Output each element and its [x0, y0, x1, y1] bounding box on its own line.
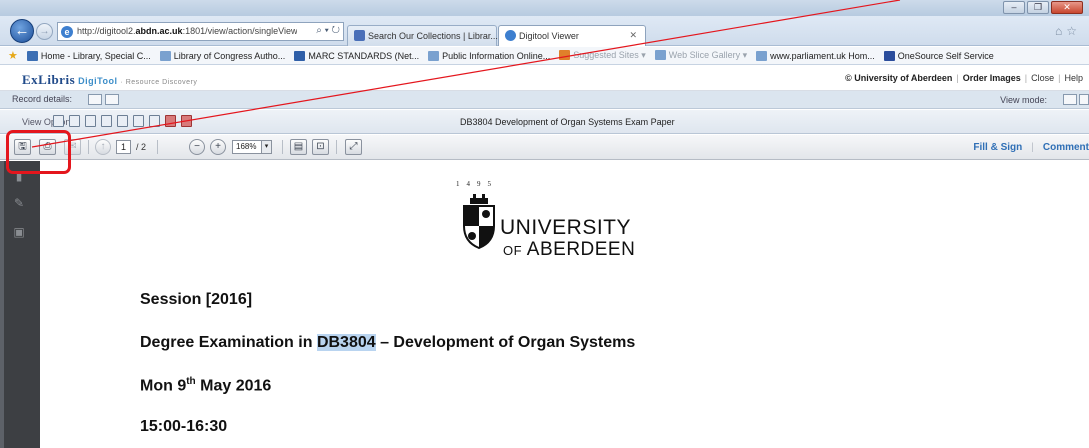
view-mode-label: View mode:: [1000, 95, 1047, 105]
view-options-bar: View Options: DB3804 Development of Orga…: [0, 110, 1089, 134]
degree-examination-line: Degree Examination in DB3804 – Developme…: [140, 334, 636, 351]
sidebar-edge: [0, 161, 4, 448]
close-tab-icon[interactable]: ✕: [629, 30, 637, 41]
favorite-home-library[interactable]: Home - Library, Special C...: [26, 50, 151, 61]
view-option-icon[interactable]: [101, 115, 112, 127]
record-details-collapse-icon[interactable]: [105, 94, 119, 105]
ie-tab-icon: [505, 30, 516, 41]
exam-date-line: Mon 9th May 2016: [140, 376, 272, 395]
window-titlebar: – ❐ ✕: [0, 0, 1089, 16]
chevron-down-icon[interactable]: ▾: [261, 141, 271, 153]
view-option-icon[interactable]: [149, 115, 160, 127]
ie-page-icon: e: [61, 26, 73, 38]
previous-page-icon[interactable]: ↑: [95, 139, 111, 155]
close-window-button[interactable]: ✕: [1051, 1, 1083, 14]
view-mode-split-icon[interactable]: [1079, 94, 1089, 105]
record-details-expand-icon[interactable]: [88, 94, 102, 105]
browser-home-star-icons[interactable]: ⌂☆: [1055, 24, 1081, 38]
fit-width-icon[interactable]: ⊡: [312, 139, 329, 155]
forward-button[interactable]: →: [36, 23, 53, 40]
university-name-line1: UNIVERSITY: [500, 216, 632, 239]
view-option-icon[interactable]: [117, 115, 128, 127]
browser-navbar: ← → e http://digitool2.abdn.ac.uk:1801/v…: [0, 16, 1089, 46]
digitool-header: ExLibris DigiTool · Resource Discovery © U…: [0, 66, 1089, 91]
record-details-bar: Record details: View mode:: [0, 91, 1089, 109]
crest-year: 1495: [456, 180, 498, 188]
favorite-marc-standards[interactable]: MARC STANDARDS (Net...: [294, 50, 419, 61]
zoom-select[interactable]: 168% ▾: [232, 140, 272, 154]
signatures-icon[interactable]: ▣: [12, 225, 26, 239]
pdf-sidebar: ▮ ✎ ▣: [0, 161, 40, 448]
zoom-in-icon[interactable]: +: [210, 139, 226, 155]
suggested-sites-icon: [559, 50, 571, 60]
copyright-text: © University of Aberdeen: [845, 73, 953, 83]
page-fav-icon: [428, 50, 440, 61]
page-fav-icon: [756, 50, 768, 61]
address-controls[interactable]: ⌕ ▾ ↻: [316, 25, 340, 36]
favorite-library-of-congress[interactable]: Library of Congress Autho...: [159, 50, 285, 61]
exlibris-logo: ExLibris DigiTool · Resource Discovery: [22, 72, 198, 87]
back-button[interactable]: ←: [10, 19, 34, 43]
favorites-bar: ★ Home - Library, Special C... Library o…: [0, 47, 1089, 65]
favorite-onesource[interactable]: OneSource Self Service: [883, 50, 994, 61]
course-code-highlight: DB3804: [316, 334, 376, 351]
tab-search-collections[interactable]: Search Our Collections | Librar...: [347, 25, 498, 46]
view-option-icon[interactable]: [85, 115, 96, 127]
tab-digitool-viewer[interactable]: Digitool Viewer ✕: [498, 25, 646, 46]
minimize-button[interactable]: –: [1003, 1, 1025, 14]
help-link[interactable]: Help: [1064, 73, 1083, 83]
view-option-icon[interactable]: [69, 115, 80, 127]
favorite-parliament[interactable]: www.parliament.uk Hom...: [756, 50, 875, 61]
tab-label: Search Our Collections | Librar...: [368, 31, 498, 41]
fit-page-icon[interactable]: ▤: [290, 139, 307, 155]
address-bar[interactable]: e http://digitool2.abdn.ac.uk:1801/view/…: [57, 22, 344, 41]
restore-button[interactable]: ❐: [1027, 1, 1049, 14]
total-pages-label: / 2: [136, 142, 147, 152]
library-fav-icon: [26, 50, 38, 61]
pdf-toolbar: 🖫 ⎙ ✉ ↑ 1 / 2 − + 168% ▾ ▤ ⊡ ⤢ Fill & Sig…: [0, 135, 1089, 160]
close-link[interactable]: Close: [1031, 73, 1054, 83]
zoom-value: 168%: [236, 142, 257, 151]
current-page-input[interactable]: 1: [116, 140, 131, 154]
favorite-web-slice-gallery[interactable]: Web Slice Gallery ▾: [654, 50, 747, 61]
library-tab-icon: [354, 30, 365, 41]
page-fav-icon: [654, 50, 666, 60]
address-url[interactable]: http://digitool2.abdn.ac.uk:1801/view/ac…: [77, 26, 297, 36]
annotation-highlight-box: [6, 130, 71, 174]
marc-fav-icon: [294, 50, 306, 61]
fill-sign-button[interactable]: Fill & Sign: [973, 142, 1022, 153]
view-option-icon[interactable]: [133, 115, 144, 127]
tab-label: Digitool Viewer: [519, 31, 579, 41]
onesource-fav-icon: [883, 50, 895, 61]
favorite-suggested-sites[interactable]: Suggested Sites ▾: [559, 50, 646, 61]
record-details-label: Record details:: [12, 94, 73, 104]
order-images-link[interactable]: Order Images: [963, 73, 1021, 83]
comment-button[interactable]: Comment: [1043, 142, 1089, 153]
favorites-star-icon[interactable]: ★: [8, 49, 18, 62]
view-mode-single-icon[interactable]: [1063, 94, 1077, 105]
zoom-out-icon[interactable]: −: [189, 139, 205, 155]
pdf-icon[interactable]: [165, 115, 176, 127]
document-title: DB3804 Development of Organ Systems Exam…: [460, 117, 675, 127]
exam-time-line: 15:00-16:30: [140, 418, 228, 435]
print-icon[interactable]: [53, 115, 64, 127]
fullscreen-icon[interactable]: ⤢: [345, 139, 362, 155]
pdf-icon[interactable]: [181, 115, 192, 127]
page-fav-icon: [159, 50, 171, 61]
session-line: Session [2016]: [140, 291, 253, 308]
attachments-icon[interactable]: ✎: [12, 196, 26, 210]
university-name-line2: OF ABERDEEN: [503, 239, 636, 260]
favorite-public-information[interactable]: Public Information Online...: [428, 50, 550, 61]
university-crest-icon: [463, 194, 495, 250]
